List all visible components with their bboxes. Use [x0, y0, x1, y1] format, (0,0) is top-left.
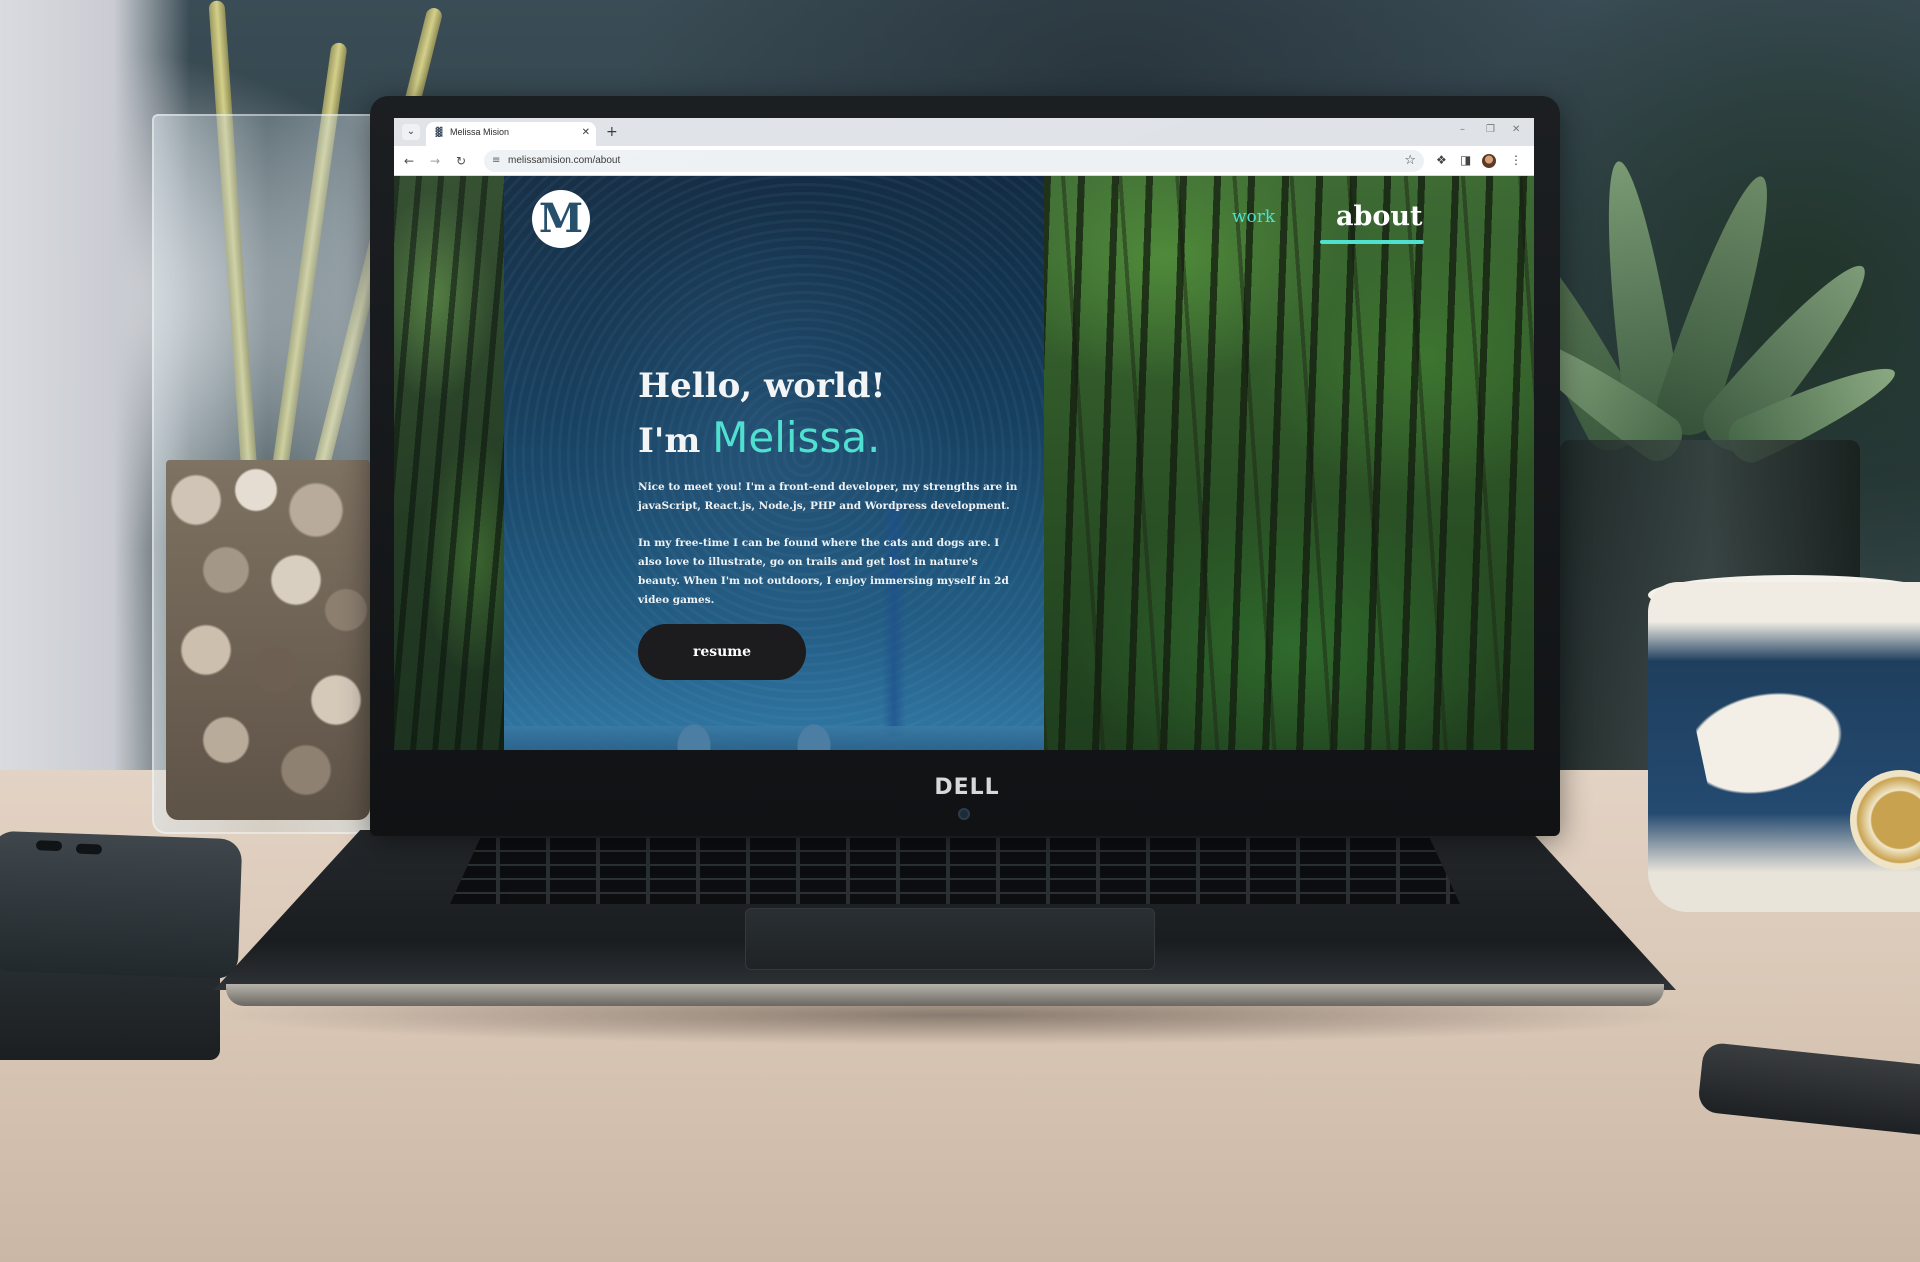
arrow-right-icon[interactable]: →	[430, 153, 440, 169]
url-text[interactable]: melissamision.com/about	[508, 154, 620, 168]
laptop-brand-logo: DELL	[934, 775, 1000, 800]
kebab-menu-icon[interactable]: ⋮	[1510, 152, 1522, 168]
puzzle-icon[interactable]: ❖	[1436, 152, 1447, 168]
star-icon[interactable]: ☆	[1404, 152, 1416, 170]
web-page: M Hello, world! I'm Melissa. Nice to mee…	[394, 176, 1534, 750]
close-window-icon[interactable]: ✕	[1512, 123, 1520, 137]
tune-icon[interactable]: ≡	[492, 153, 500, 169]
phone-camera	[75, 843, 103, 855]
address-bar[interactable]: ≡ melissamision.com/about ☆	[484, 150, 1424, 172]
hero-greeting: Hello, world!	[638, 366, 886, 406]
close-icon[interactable]: ✕	[582, 126, 590, 140]
arrow-left-icon[interactable]: ←	[404, 153, 414, 169]
restore-icon[interactable]: ❐	[1486, 123, 1495, 137]
keyboard-rows	[450, 838, 1460, 904]
hands-illustration	[674, 716, 834, 750]
vase-stones	[166, 460, 370, 820]
forest-photo-left	[394, 176, 504, 750]
nav-link-about[interactable]: about	[1336, 200, 1422, 234]
active-nav-underline	[1320, 240, 1424, 244]
forest-photo-right	[1044, 176, 1534, 750]
side-panel-icon[interactable]: ◨	[1460, 152, 1471, 168]
smartphone	[0, 830, 243, 980]
laptop-screen: ⌄ ▓ Melissa Mision ✕ + – ❐ ✕ ← → ↻ ≡ mel…	[394, 118, 1534, 750]
browser-toolbar: ← → ↻ ≡ melissamision.com/about ☆ ❖ ◨ ⋮	[394, 146, 1534, 176]
hero-intro-line: I'm Melissa.	[638, 412, 1018, 467]
chevron-down-icon[interactable]: ⌄	[402, 124, 420, 140]
laptop-front-edge	[226, 984, 1664, 1006]
hero-name: Melissa.	[712, 413, 881, 462]
site-logo[interactable]: M	[532, 190, 590, 248]
logo-letter: M	[538, 195, 584, 242]
browser-tab[interactable]: ▓ Melissa Mision ✕	[426, 122, 596, 146]
laptop-trackpad	[745, 908, 1155, 970]
phone-camera	[35, 840, 63, 852]
intro-paragraph: Nice to meet you! I'm a front-end develo…	[638, 481, 1018, 512]
plus-icon[interactable]: +	[606, 124, 618, 140]
hero-panel: M Hello, world! I'm Melissa. Nice to mee…	[504, 176, 1044, 750]
hero-heading: Hello, world! I'm Melissa.	[638, 360, 1018, 467]
tab-title: Melissa Mision	[450, 127, 510, 137]
minimize-icon[interactable]: –	[1460, 123, 1465, 137]
hero-intro-prefix: I'm	[638, 421, 701, 461]
hobbies-paragraph: In my free-time I can be found where the…	[638, 537, 1009, 606]
browser-tab-bar: ⌄ ▓ Melissa Mision ✕ + – ❐ ✕	[394, 118, 1534, 146]
nav-link-work[interactable]: work	[1232, 206, 1275, 228]
reload-icon[interactable]: ↻	[456, 153, 466, 169]
favicon-icon: ▓	[435, 128, 443, 138]
webcam	[958, 808, 970, 820]
avatar[interactable]	[1482, 154, 1496, 168]
resume-button[interactable]: resume	[638, 624, 806, 680]
